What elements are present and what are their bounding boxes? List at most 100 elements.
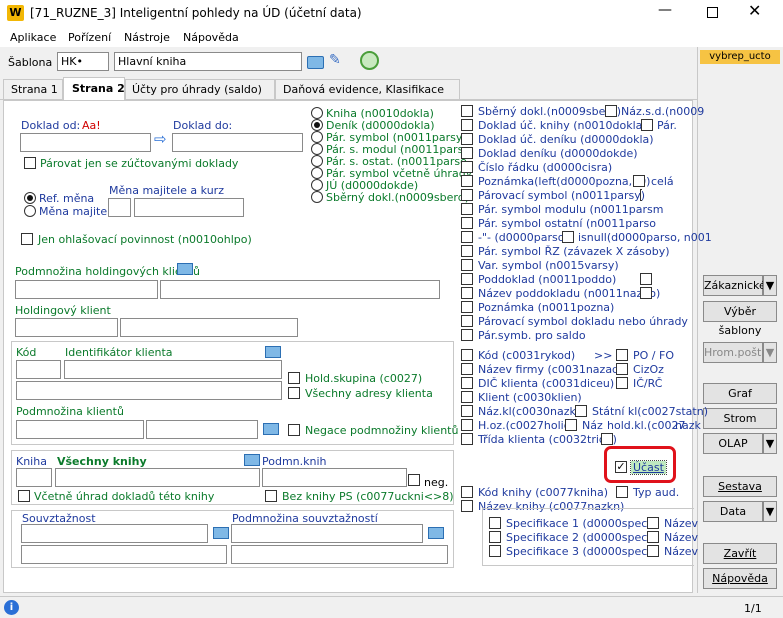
podmn-kniha-input[interactable] [262, 468, 407, 487]
bulk-mail-dropdown-icon[interactable]: ▼ [763, 342, 777, 363]
nazev-poddokladu-extra-checkbox[interactable] [640, 287, 652, 299]
field-checkbox[interactable] [461, 273, 473, 285]
hold-klient-name-input[interactable] [120, 318, 298, 337]
folder-icon[interactable] [263, 423, 279, 435]
hold-klient-code-input[interactable] [15, 318, 118, 337]
folder-icon[interactable] [265, 346, 281, 358]
data-button[interactable]: Data [703, 501, 763, 522]
cela-checkbox[interactable] [633, 175, 645, 187]
mena-input[interactable] [108, 198, 131, 217]
field-checkbox[interactable] [461, 259, 473, 271]
folder-icon[interactable] [213, 527, 229, 539]
field-checkbox[interactable] [461, 189, 473, 201]
vsechny-adresy-checkbox[interactable] [288, 387, 300, 399]
podmn-klientu-name-input[interactable] [146, 420, 258, 439]
template-name-input[interactable]: Hlavní kniha [114, 52, 302, 71]
field-checkbox[interactable] [461, 175, 473, 187]
menu-nastroje[interactable]: Nástroje [124, 31, 170, 44]
field-checkbox[interactable] [461, 245, 473, 257]
tree-button[interactable]: Strom [703, 408, 777, 429]
field-checkbox[interactable] [461, 301, 473, 313]
par-checkbox[interactable] [641, 119, 653, 131]
statni-checkbox[interactable] [575, 405, 587, 417]
spec-checkbox[interactable] [489, 545, 501, 557]
client-field-checkbox[interactable] [461, 363, 473, 375]
kurz-input[interactable] [134, 198, 244, 217]
kod-input[interactable] [16, 360, 61, 379]
doctype-radio[interactable] [311, 119, 323, 131]
menu-napoveda[interactable]: Nápověda [183, 31, 239, 44]
pencil-icon[interactable]: ✎ [329, 53, 341, 67]
folder-icon[interactable] [244, 454, 260, 466]
spec-name-checkbox[interactable] [647, 517, 659, 529]
souvztaznost-input[interactable] [21, 524, 208, 543]
parovat-checkbox[interactable] [24, 157, 36, 169]
spec-name-checkbox[interactable] [647, 531, 659, 543]
tab-ucty-uhrady[interactable]: Účty pro úhrady (saldo) [125, 79, 275, 100]
hold-skupina-checkbox[interactable] [288, 372, 300, 384]
souvztaznost-input-2[interactable] [21, 545, 227, 564]
field-checkbox[interactable] [461, 315, 473, 327]
bulk-mail-button[interactable]: Hrom.pošta [703, 342, 768, 363]
ic-rc-checkbox[interactable] [616, 377, 628, 389]
client-field-checkbox[interactable] [461, 391, 473, 403]
neg-checkbox[interactable] [408, 474, 420, 486]
tab-danova-evidence[interactable]: Daňová evidence, Klasifikace [275, 79, 460, 100]
tab-strana-2[interactable]: Strana 2 [63, 77, 125, 101]
olap-button[interactable]: OLAP [703, 433, 763, 454]
data-dropdown-icon[interactable]: ▼ [763, 501, 777, 522]
doctype-radio[interactable] [311, 179, 323, 191]
poddoklad-extra-checkbox[interactable] [640, 273, 652, 285]
olap-dropdown-icon[interactable]: ▼ [763, 433, 777, 454]
field-checkbox[interactable] [461, 231, 473, 243]
kod-knihy-checkbox[interactable] [461, 486, 473, 498]
podmn-souvz-input[interactable] [231, 524, 423, 543]
customer-dropdown-icon[interactable]: ▼ [763, 275, 777, 296]
doklad-od-input[interactable] [20, 133, 151, 152]
ref-mena-radio[interactable] [24, 192, 36, 204]
field-checkbox[interactable] [461, 217, 473, 229]
jen-ohlas-checkbox[interactable] [21, 233, 33, 245]
field-checkbox[interactable] [461, 133, 473, 145]
doctype-radio[interactable] [311, 191, 323, 203]
maximize-icon[interactable] [707, 7, 718, 18]
kniha-name-input[interactable] [55, 468, 260, 487]
minimize-icon[interactable]: — [658, 3, 672, 17]
field-checkbox[interactable] [461, 203, 473, 215]
field-checkbox[interactable] [461, 161, 473, 173]
field-checkbox[interactable] [461, 105, 473, 117]
vcetne-uhrad-checkbox[interactable] [18, 490, 30, 502]
naz-hold-checkbox[interactable] [565, 419, 577, 431]
template-code-input[interactable]: HK• [57, 52, 109, 71]
typ-aud-checkbox[interactable] [616, 486, 628, 498]
doctype-radio[interactable] [311, 143, 323, 155]
spec-checkbox[interactable] [489, 517, 501, 529]
menu-aplikace[interactable]: Aplikace [10, 31, 56, 44]
nazev-knihy-checkbox[interactable] [461, 500, 473, 512]
po-fo-checkbox[interactable] [616, 349, 628, 361]
menu-porizeni[interactable]: Pořízení [68, 31, 111, 44]
cizoz-checkbox[interactable] [616, 363, 628, 375]
isnull-checkbox[interactable] [562, 231, 574, 243]
podmn-hold-code-input[interactable] [15, 280, 158, 299]
folder-icon[interactable] [428, 527, 444, 539]
spec-name-checkbox[interactable] [647, 545, 659, 557]
folder-icon[interactable] [177, 263, 193, 275]
podmn-hold-name-input[interactable] [160, 280, 440, 299]
doctype-radio[interactable] [311, 107, 323, 119]
mena-majitele-radio[interactable] [24, 205, 36, 217]
client-field-checkbox[interactable] [461, 377, 473, 389]
podmn-souvz-input-2[interactable] [231, 545, 448, 564]
negace-checkbox[interactable] [288, 424, 300, 436]
client-field-checkbox[interactable] [461, 405, 473, 417]
close-icon[interactable]: ✕ [748, 3, 761, 19]
template-select-button[interactable]: Výběr šablony [703, 301, 777, 337]
doctype-radio[interactable] [311, 131, 323, 143]
bez-knihy-checkbox[interactable] [265, 490, 277, 502]
doctype-radio[interactable] [311, 155, 323, 167]
report-button[interactable]: Sestava [703, 476, 777, 497]
doctype-radio[interactable] [311, 167, 323, 179]
parovaci-extra-checkbox[interactable] [640, 189, 642, 201]
customer-button[interactable]: Zákaznické [703, 275, 766, 296]
spec-checkbox[interactable] [489, 531, 501, 543]
